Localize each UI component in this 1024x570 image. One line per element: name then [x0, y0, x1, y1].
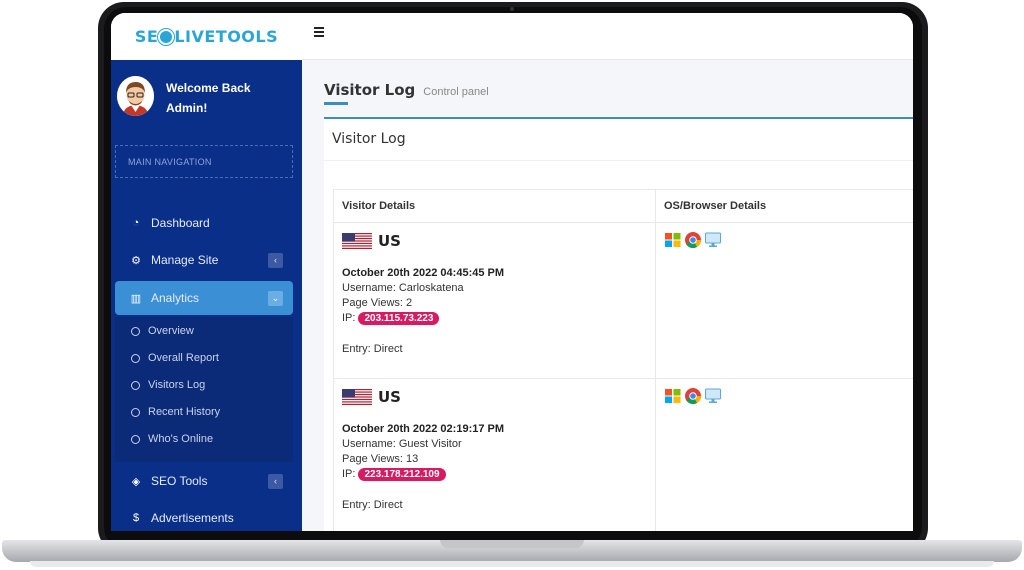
brand-left: SE: [134, 27, 159, 46]
sidebar-item-advertisements[interactable]: $ Advertisements: [115, 501, 293, 531]
country: US: [342, 387, 655, 407]
circle-icon: [131, 380, 140, 390]
chrome-icon: [685, 388, 701, 404]
submenu-item-whos-online[interactable]: Who's Online: [131, 429, 213, 449]
country: US: [342, 231, 655, 251]
dollar-icon: $: [132, 512, 140, 524]
sidebar-item-label: Analytics: [151, 291, 200, 305]
circle-icon: [131, 353, 140, 363]
column-header: Visitor Details: [333, 189, 656, 223]
divider: [324, 160, 913, 161]
ip-label: IP:: [342, 312, 356, 324]
submenu-item-overall-report[interactable]: Overall Report: [131, 348, 219, 368]
submenu-item-overview[interactable]: Overview: [131, 321, 194, 341]
country-code: US: [378, 388, 401, 406]
visitor-log-box: Visitor Log Visitor Details OS/Browser D…: [324, 117, 913, 531]
entry: Entry: Direct: [342, 499, 403, 511]
table-row: US October 20th 2022 04:45:45 PM Usernam…: [333, 222, 913, 379]
welcome-text: Welcome Back Admin!: [166, 78, 251, 118]
menu-toggle-icon[interactable]: [314, 27, 325, 37]
us-flag-icon: [342, 233, 372, 249]
sidebar-item-label: Dashboard: [151, 216, 210, 230]
chevron-left-icon[interactable]: ‹: [268, 253, 283, 268]
box-title: Visitor Log: [332, 131, 406, 147]
username: Username: Carloskatena: [342, 282, 464, 294]
page-views: Page Views: 13: [342, 453, 419, 465]
os-browser-icons: [664, 231, 913, 249]
column-header: OS/Browser Details: [655, 189, 913, 223]
laptop-notch: [440, 540, 584, 548]
circle-icon: [131, 434, 140, 444]
sun-icon: [160, 30, 173, 43]
ip-badge: 223.178.212.109: [358, 468, 446, 481]
sidebar-item-label: Advertisements: [151, 511, 234, 525]
laptop-shadow: [30, 561, 994, 567]
ip-line: IP: 223.178.212.109: [342, 468, 655, 481]
welcome-line1: Welcome Back: [166, 81, 251, 95]
chevron-down-icon[interactable]: ⌄: [268, 291, 283, 306]
visit-date: October 20th 2022 02:19:17 PM: [342, 423, 505, 435]
submenu-label: Overall Report: [148, 352, 219, 364]
user-panel: Welcome Back Admin!: [117, 76, 297, 122]
submenu-item-recent-history[interactable]: Recent History: [131, 402, 220, 422]
visitor-table: Visitor Details OS/Browser Details US Oc…: [333, 189, 913, 531]
submenu-label: Visitors Log: [148, 379, 206, 391]
page-header: Visitor Log Control panel: [324, 81, 489, 99]
dashboard-icon: ◔: [132, 217, 140, 229]
sidebar-item-label: Manage Site: [151, 253, 219, 267]
windows-icon: [665, 389, 681, 403]
circle-icon: [131, 326, 140, 336]
analytics-submenu: Overview Overall Report Visitors Log Rec…: [115, 317, 293, 462]
entry: Entry: Direct: [342, 343, 403, 355]
top-bar: [302, 13, 913, 60]
table-header-row: Visitor Details OS/Browser Details: [333, 189, 913, 223]
ip-line: IP: 203.115.73.223: [342, 312, 655, 325]
camera: [510, 7, 514, 11]
sidebar-item-dashboard[interactable]: ◔ Dashboard: [115, 206, 293, 240]
desktop-icon: [705, 232, 721, 247]
sidebar-item-manage-site[interactable]: ⚙ Manage Site ‹: [115, 243, 293, 277]
page-views: Page Views: 2: [342, 297, 413, 309]
brand-right: LIVETOOLS: [174, 27, 279, 46]
ip-label: IP:: [342, 468, 356, 480]
us-flag-icon: [342, 389, 372, 405]
cube-icon: ◈: [131, 475, 141, 488]
circle-icon: [131, 407, 140, 417]
os-browser-cell: [655, 222, 913, 379]
title-underline: [324, 102, 348, 105]
submenu-label: Who's Online: [148, 433, 214, 445]
submenu-label: Recent History: [148, 406, 221, 418]
os-browser-icons: [664, 387, 913, 405]
windows-icon: [665, 233, 681, 247]
os-browser-cell: [655, 378, 913, 531]
sidebar-item-analytics[interactable]: ▥ Analytics ⌄: [115, 281, 293, 315]
page-subtitle: Control panel: [423, 86, 489, 98]
page-title: Visitor Log: [324, 81, 416, 99]
submenu-label: Overview: [148, 325, 194, 337]
sidebar-item-seo-tools[interactable]: ◈ SEO Tools ‹: [115, 464, 293, 498]
submenu-item-visitors-log[interactable]: Visitors Log: [131, 375, 205, 395]
desktop-icon: [705, 388, 721, 403]
visitor-details-cell: US October 20th 2022 04:45:45 PM Usernam…: [333, 222, 656, 379]
bar-chart-icon: ▥: [130, 292, 142, 305]
brand-logo[interactable]: SE LIVETOOLS: [111, 13, 302, 60]
cogs-icon: ⚙: [131, 254, 141, 267]
visit-date: October 20th 2022 04:45:45 PM: [342, 267, 505, 279]
chrome-icon: [685, 232, 701, 248]
sidebar: Welcome Back Admin! MAIN NAVIGATION ◔ Da…: [111, 60, 302, 531]
avatar: [117, 76, 154, 116]
sidebar-item-label: SEO Tools: [151, 474, 208, 488]
chevron-left-icon[interactable]: ‹: [268, 474, 283, 489]
welcome-line2: Admin!: [166, 101, 208, 115]
ip-badge: 203.115.73.223: [358, 312, 440, 325]
visitor-details-cell: US October 20th 2022 02:19:17 PM Usernam…: [333, 378, 656, 531]
country-code: US: [378, 232, 401, 250]
username: Username: Guest Visitor: [342, 438, 462, 450]
screen: SE LIVETOOLS Welcome Back Admin! MAIN NA…: [111, 13, 913, 531]
nav-header: MAIN NAVIGATION: [115, 145, 293, 178]
table-row: US October 20th 2022 02:19:17 PM Usernam…: [333, 378, 913, 531]
